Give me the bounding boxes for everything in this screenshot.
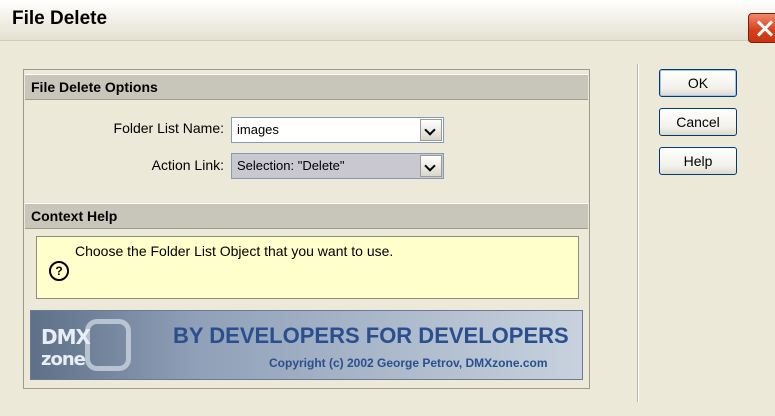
- help-button[interactable]: Help: [659, 147, 737, 175]
- banner-copyright: Copyright (c) 2002 George Petrov, DMXzon…: [269, 356, 548, 370]
- action-link-value: Selection: "Delete": [237, 158, 345, 173]
- vertical-divider: [637, 64, 639, 402]
- logo-text-bottom: zone: [41, 349, 86, 370]
- file-delete-options-heading: File Delete Options: [25, 74, 588, 100]
- dmxzone-logo: DMX zone: [35, 315, 135, 375]
- action-link-label: Action Link:: [151, 157, 224, 173]
- options-panel: File Delete Options Folder List Name: im…: [23, 69, 590, 389]
- file-delete-dialog: File Delete File Delete Options Folder L…: [0, 0, 775, 416]
- banner-slogan: BY DEVELOPERS FOR DEVELOPERS: [173, 323, 569, 348]
- help-question-icon: ?: [49, 261, 69, 281]
- context-help-heading: Context Help: [25, 203, 588, 229]
- cancel-button[interactable]: Cancel: [659, 108, 737, 136]
- chevron-down-icon[interactable]: [420, 119, 442, 141]
- chevron-down-icon[interactable]: [420, 155, 442, 177]
- folder-list-name-label: Folder List Name:: [113, 120, 224, 136]
- close-icon[interactable]: [748, 13, 775, 43]
- window-title: File Delete: [12, 8, 108, 29]
- folder-list-name-select[interactable]: images: [231, 117, 444, 143]
- ok-button[interactable]: OK: [659, 69, 737, 97]
- action-link-select[interactable]: Selection: "Delete": [231, 153, 444, 179]
- title-bar: File Delete: [0, 0, 775, 43]
- context-help-text: Choose the Folder List Object that you w…: [75, 243, 394, 259]
- logo-ring-icon: [85, 319, 131, 371]
- logo-text-top: DMX: [41, 325, 91, 349]
- context-help-box: ? Choose the Folder List Object that you…: [36, 236, 579, 299]
- dmxzone-banner: DMX zone BY DEVELOPERS FOR DEVELOPERS Co…: [30, 310, 583, 380]
- folder-list-name-value: images: [237, 122, 279, 137]
